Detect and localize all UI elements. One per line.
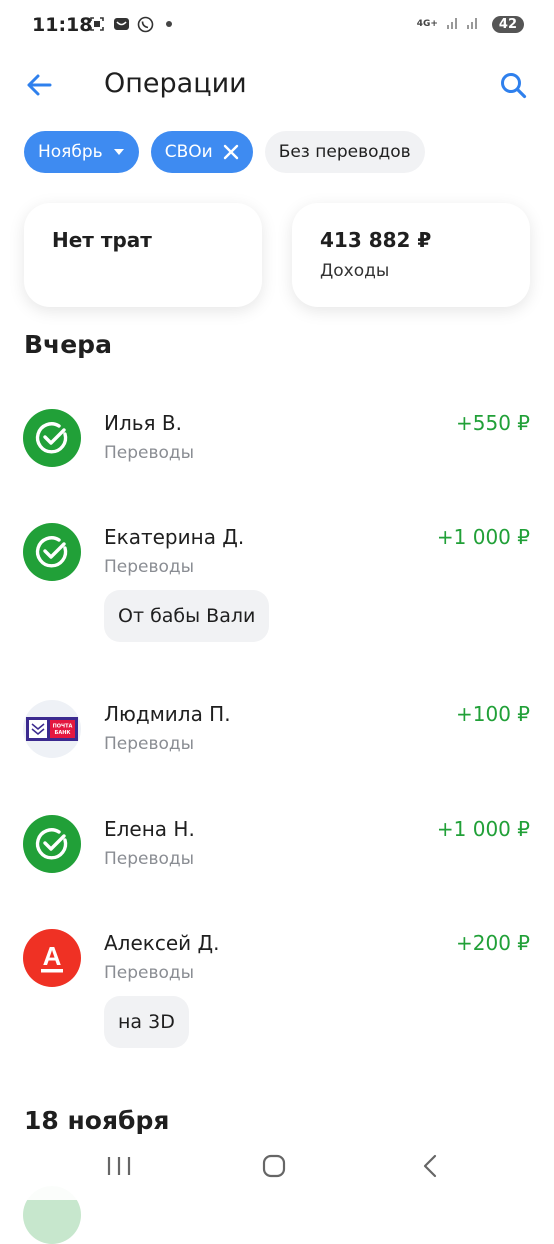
home-icon bbox=[261, 1153, 287, 1183]
search-button[interactable] bbox=[496, 68, 530, 102]
alfa-bank-logo-icon: А bbox=[23, 929, 81, 987]
transfers-filter-label: Без переводов bbox=[278, 142, 411, 162]
network-type: 4G+ bbox=[416, 19, 438, 29]
notification-icons bbox=[88, 15, 178, 33]
transaction-category: Переводы bbox=[104, 557, 195, 577]
transaction-amount: +100 ₽ bbox=[455, 702, 530, 726]
svg-text:А: А bbox=[43, 941, 62, 971]
screenshot-icon bbox=[88, 15, 106, 33]
transaction-amount: +1 000 ₽ bbox=[436, 525, 530, 549]
filter-chips: Ноябрь СВОи Без переводов bbox=[24, 131, 425, 173]
transaction-item[interactable]: А Алексей Д. Переводы +200 ₽ на 3D bbox=[0, 929, 554, 1049]
system-back-button[interactable] bbox=[412, 1150, 448, 1186]
sber-logo-icon bbox=[23, 409, 81, 467]
transaction-amount: +200 ₽ bbox=[455, 931, 530, 955]
svg-text:БАНК: БАНК bbox=[55, 730, 72, 736]
section-header-yesterday: Вчера bbox=[24, 330, 112, 359]
expenses-card[interactable]: Нет трат bbox=[24, 203, 262, 307]
transaction-item[interactable]: Илья В. Переводы +550 ₽ bbox=[0, 409, 554, 469]
status-time: 11:18 bbox=[32, 14, 93, 36]
transaction-name: Людмила П. bbox=[104, 702, 231, 726]
income-card[interactable]: 413 882 ₽ Доходы bbox=[292, 203, 530, 307]
transfers-filter-chip[interactable]: Без переводов bbox=[264, 131, 425, 173]
pochta-bank-logo-icon: ПОЧТА БАНК bbox=[23, 700, 81, 758]
month-filter-label: Ноябрь bbox=[38, 142, 103, 162]
transaction-amount: +550 ₽ bbox=[455, 411, 530, 435]
status-right: 4G+ 42 bbox=[417, 14, 524, 34]
income-label: Доходы bbox=[320, 261, 390, 281]
transaction-category: Переводы bbox=[104, 443, 195, 463]
transaction-category: Переводы bbox=[104, 734, 195, 754]
app-header: Операции bbox=[0, 58, 554, 110]
sber-logo-icon bbox=[23, 815, 81, 873]
transaction-name: Екатерина Д. bbox=[104, 525, 245, 549]
signal-icon bbox=[445, 14, 485, 34]
chevron-left-icon bbox=[420, 1153, 440, 1183]
system-nav-bar bbox=[0, 1136, 554, 1200]
transaction-name: Илья В. bbox=[104, 411, 182, 435]
section-header-nov18: 18 ноября bbox=[24, 1106, 170, 1135]
tag-filter-label: СВОи bbox=[164, 142, 213, 162]
svg-text:ПОЧТА: ПОЧТА bbox=[53, 724, 73, 730]
transaction-name: Елена Н. bbox=[104, 817, 195, 841]
mail-icon bbox=[112, 15, 130, 33]
search-icon bbox=[496, 73, 530, 106]
whatsapp-icon bbox=[136, 15, 154, 33]
recent-apps-button[interactable] bbox=[101, 1150, 137, 1186]
status-bar: 11:18 4G+ 42 bbox=[0, 0, 554, 52]
dot-icon bbox=[160, 15, 178, 33]
page-title: Операции bbox=[104, 68, 247, 99]
income-amount: 413 882 ₽ bbox=[320, 228, 432, 252]
transaction-amount: +1 000 ₽ bbox=[436, 817, 530, 841]
close-icon[interactable] bbox=[223, 144, 239, 160]
home-button[interactable] bbox=[256, 1150, 292, 1186]
tag-filter-chip[interactable]: СВОи bbox=[150, 131, 253, 173]
expenses-value: Нет трат bbox=[52, 228, 152, 252]
arrow-left-icon bbox=[22, 74, 56, 106]
transaction-item[interactable]: Екатерина Д. Переводы +1 000 ₽ От бабы В… bbox=[0, 523, 554, 643]
back-button[interactable] bbox=[22, 68, 56, 102]
battery-level: 42 bbox=[491, 15, 524, 33]
transaction-note: на 3D bbox=[104, 996, 189, 1048]
transaction-item[interactable]: ПОЧТА БАНК Людмила П. Переводы +100 ₽ bbox=[0, 700, 554, 760]
transaction-item[interactable]: Елена Н. Переводы +1 000 ₽ bbox=[0, 815, 554, 875]
caret-down-icon bbox=[113, 148, 125, 156]
month-filter-chip[interactable]: Ноябрь bbox=[24, 131, 139, 173]
transaction-name: Алексей Д. bbox=[104, 931, 220, 955]
transaction-category: Переводы bbox=[104, 849, 195, 869]
transaction-note: От бабы Вали bbox=[104, 590, 270, 642]
recents-icon bbox=[106, 1155, 132, 1181]
sber-logo-icon bbox=[23, 523, 81, 581]
transaction-category: Переводы bbox=[104, 963, 195, 983]
